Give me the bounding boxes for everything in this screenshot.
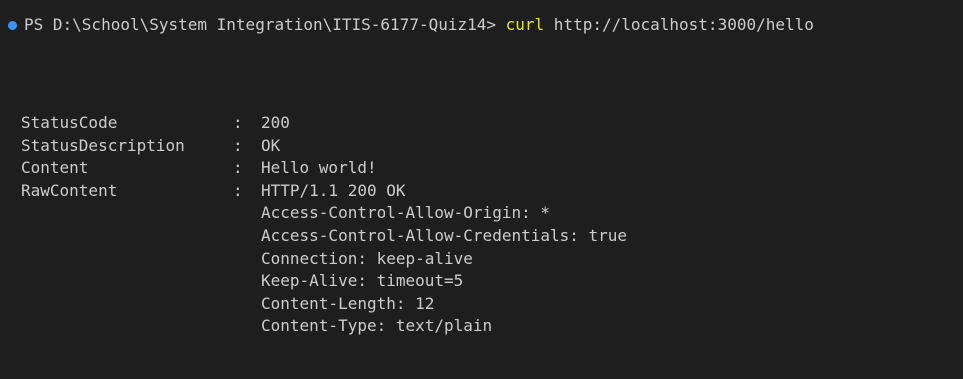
output-separator: :: [233, 180, 243, 200]
output-separator: :: [233, 135, 243, 155]
output-value: HTTP/1.1 200 OK: [261, 180, 406, 200]
prompt-line: PS D:\School\System Integration\ITIS-617…: [6, 14, 814, 36]
command-args: http://localhost:3000/hello: [544, 15, 814, 34]
output-key: Content: [21, 158, 89, 178]
raw-content-line: Content-Type: text/plain: [261, 316, 493, 336]
output-key: StatusDescription: [21, 135, 185, 155]
raw-content-line: Access-Control-Allow-Credentials: true: [261, 225, 628, 245]
output-value: OK: [261, 135, 281, 155]
raw-content-line: Keep-Alive: timeout=5: [261, 271, 464, 291]
output-value: Hello world!: [261, 158, 377, 178]
output-key: StatusCode: [21, 113, 118, 132]
raw-content-line: Access-Control-Allow-Origin: *: [261, 203, 550, 223]
output-separator: :: [233, 158, 243, 178]
prompt-prefix: PS D:\School\System Integration\ITIS-617…: [24, 15, 506, 34]
command-status-dot-icon[interactable]: [8, 20, 17, 30]
raw-content-line: Connection: keep-alive: [261, 248, 473, 268]
output-row-status-description: StatusDescription: OK: [21, 135, 627, 158]
output-key: RawContent: [21, 180, 118, 200]
output-row-status-code: StatusCode:200: [21, 112, 627, 135]
output-row-content: Content: Hello world!: [21, 157, 627, 180]
output-separator: :: [233, 113, 243, 132]
command-name: curl: [505, 15, 545, 34]
output-row-raw-content: RawContent: HTTP/1.1 200 OK: [21, 180, 627, 203]
output-value: 200: [261, 113, 290, 132]
raw-content-line: Content-Length: 12: [261, 293, 435, 313]
command-output: StatusCode:200 StatusDescription: OK Cont…: [21, 112, 627, 338]
terminal-panel[interactable]: PS D:\School\System Integration\ITIS-617…: [0, 0, 963, 379]
